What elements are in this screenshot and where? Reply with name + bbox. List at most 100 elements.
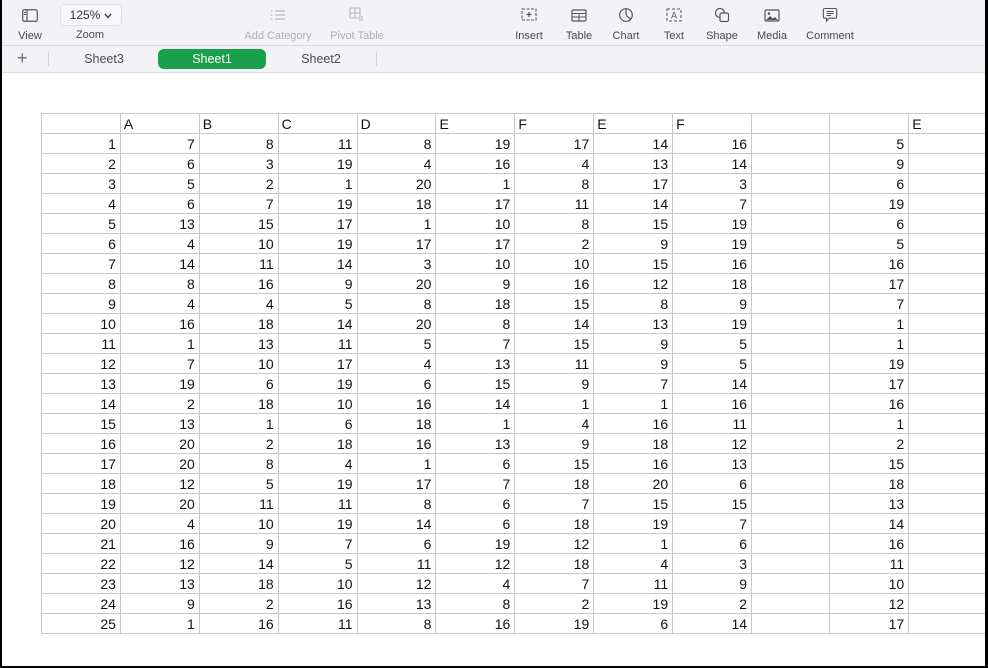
table-cell[interactable]: 19 [277,373,358,394]
table-cell[interactable]: 15 [514,333,595,354]
table-cell[interactable]: 15 [593,493,674,514]
table-cell[interactable]: 6 [119,153,200,174]
row-header-cell[interactable]: 17 [41,453,121,474]
table-cell[interactable]: 11 [277,493,358,514]
table-cell[interactable]: 16 [593,453,674,474]
table-cell[interactable]: 20 [356,273,437,294]
table-cell[interactable]: 16 [829,393,910,414]
table-cell[interactable] [751,473,831,494]
row-header-cell[interactable]: 2 [41,153,121,174]
table-cell[interactable] [908,553,988,574]
row-header-cell[interactable]: 18 [41,473,121,494]
table-cell[interactable]: 8 [119,273,200,294]
table-cell[interactable]: 18 [198,573,279,594]
table-cell[interactable]: 6 [277,413,358,434]
table-cell[interactable]: 7 [119,353,200,374]
table-cell[interactable]: 16 [277,593,358,614]
table-cell[interactable] [751,333,831,354]
row-header-cell[interactable]: 22 [41,553,121,574]
table-cell[interactable]: 11 [672,413,753,434]
table-cell[interactable] [751,593,831,614]
table-cell[interactable]: 19 [277,473,358,494]
table-cell[interactable]: 13 [593,313,674,334]
table-cell[interactable]: 19 [672,313,753,334]
zoom-select[interactable]: 125% [60,4,122,26]
table-cell[interactable] [908,313,988,334]
table-cell[interactable]: 4 [356,353,437,374]
table-cell[interactable] [908,573,988,594]
table-cell[interactable]: 15 [829,453,910,474]
add-category-button[interactable]: Add Category [240,0,316,45]
table-cell[interactable]: 9 [514,433,595,454]
table-cell[interactable] [751,393,831,414]
table-cell[interactable]: 16 [119,533,200,554]
table-cell[interactable]: 16 [514,273,595,294]
table-cell[interactable]: 14 [277,253,358,274]
table-cell[interactable]: 10 [277,573,358,594]
pivot-table-button[interactable]: Pivot Table [327,0,387,45]
table-cell[interactable]: 17 [356,473,437,494]
table-cell[interactable] [908,613,988,634]
table-cell[interactable]: 14 [593,193,674,214]
table-cell[interactable]: 9 [277,273,358,294]
table-cell[interactable] [908,133,988,154]
table-cell[interactable] [908,373,988,394]
table-cell[interactable]: 18 [356,413,437,434]
table-cell[interactable]: 17 [356,233,437,254]
table-cell[interactable]: 13 [435,433,516,454]
table-cell[interactable]: 11 [829,553,910,574]
table-cell[interactable]: 18 [198,313,279,334]
table-cell[interactable]: 14 [356,513,437,534]
table-cell[interactable]: 18 [356,193,437,214]
row-header-cell[interactable]: 8 [41,273,121,294]
table-cell[interactable]: 19 [593,513,674,534]
table-cell[interactable] [751,493,831,514]
table-cell[interactable]: 6 [435,513,516,534]
table-cell[interactable]: 9 [514,373,595,394]
table-cell[interactable]: 16 [672,393,753,414]
column-header-cell[interactable]: E [435,113,516,134]
row-header-cell[interactable]: 24 [41,593,121,614]
table-cell[interactable]: 10 [829,573,910,594]
table-cell[interactable]: 6 [593,613,674,634]
column-header-cell[interactable] [751,113,831,134]
table-cell[interactable]: 13 [672,453,753,474]
table-cell[interactable] [751,133,831,154]
table-cell[interactable]: 1 [277,173,358,194]
table-cell[interactable]: 8 [198,133,279,154]
table-cell[interactable]: 1 [593,393,674,414]
table-cell[interactable] [751,573,831,594]
table-cell[interactable]: 18 [829,473,910,494]
row-header-cell[interactable]: 15 [41,413,121,434]
table-cell[interactable]: 1 [356,213,437,234]
table-cell[interactable]: 6 [356,373,437,394]
table-cell[interactable]: 19 [119,373,200,394]
table-cell[interactable]: 8 [514,213,595,234]
table-cell[interactable]: 4 [277,453,358,474]
table-cell[interactable]: 20 [593,473,674,494]
table-cell[interactable]: 1 [119,333,200,354]
table-cell[interactable]: 7 [119,133,200,154]
table-cell[interactable]: 6 [672,473,753,494]
table-cell[interactable]: 9 [435,273,516,294]
table-cell[interactable]: 11 [593,573,674,594]
table-cell[interactable] [751,413,831,434]
table-cell[interactable]: 13 [119,573,200,594]
row-header-cell[interactable]: 1 [41,133,121,154]
table-cell[interactable]: 6 [829,213,910,234]
table-cell[interactable]: 12 [119,473,200,494]
table-cell[interactable]: 1 [593,533,674,554]
table-cell[interactable]: 4 [514,153,595,174]
table-cell[interactable] [751,293,831,314]
table-cell[interactable] [751,513,831,534]
table-cell[interactable]: 20 [119,493,200,514]
table-cell[interactable]: 6 [119,193,200,214]
table-cell[interactable]: 9 [593,333,674,354]
table-cell[interactable]: 7 [672,193,753,214]
table-cell[interactable]: 15 [514,453,595,474]
table-cell[interactable]: 3 [672,553,753,574]
table-cell[interactable]: 4 [119,513,200,534]
table-cell[interactable] [908,593,988,614]
table-cell[interactable]: 16 [435,153,516,174]
table-cell[interactable]: 4 [593,553,674,574]
